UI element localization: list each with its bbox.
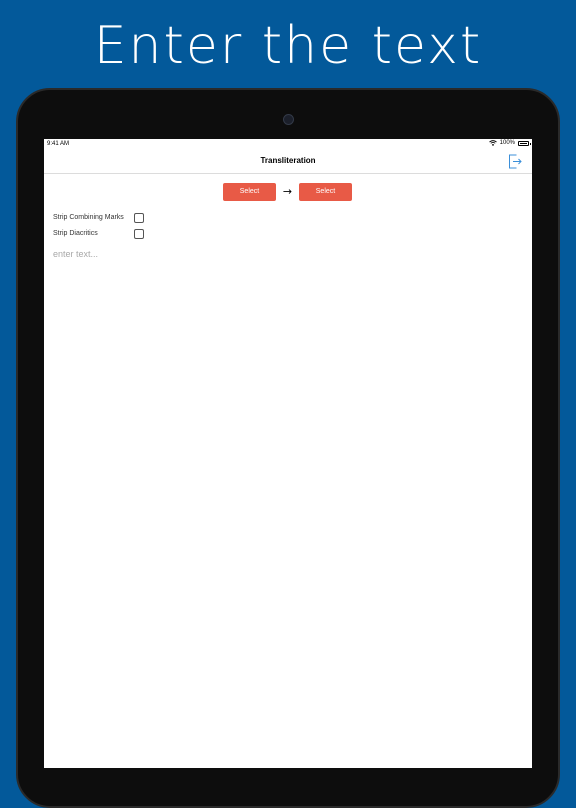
text-input[interactable] [53, 249, 523, 749]
headline: Enter the text [93, 16, 483, 76]
status-bar: 9:41 AM 100% [44, 139, 532, 151]
wifi-icon [488, 140, 497, 146]
target-language-button[interactable]: Select [299, 183, 352, 201]
strip-diacritics-checkbox[interactable] [134, 229, 144, 239]
language-picker: Select → Select [223, 183, 352, 201]
export-icon[interactable] [508, 154, 522, 169]
source-language-button[interactable]: Select [223, 183, 276, 201]
status-time: 9:41 AM [47, 141, 70, 147]
app-screen: 9:41 AM 100% Transliteration Select → Se… [44, 139, 532, 768]
arrow-right-icon: → [282, 185, 293, 198]
battery-icon [518, 140, 531, 146]
option-strip-diacritics: Strip Diacritics [53, 229, 153, 241]
status-indicators: 100% [488, 140, 531, 146]
camera-icon [283, 114, 294, 125]
nav-title: Transliteration [260, 156, 316, 165]
strip-combining-marks-checkbox[interactable] [134, 213, 144, 223]
strip-combining-marks-label: Strip Combining Marks [53, 214, 124, 221]
strip-diacritics-label: Strip Diacritics [53, 230, 98, 237]
navigation-bar: Transliteration [44, 151, 532, 174]
battery-percent: 100% [499, 140, 515, 146]
option-strip-combining-marks: Strip Combining Marks [53, 213, 153, 225]
